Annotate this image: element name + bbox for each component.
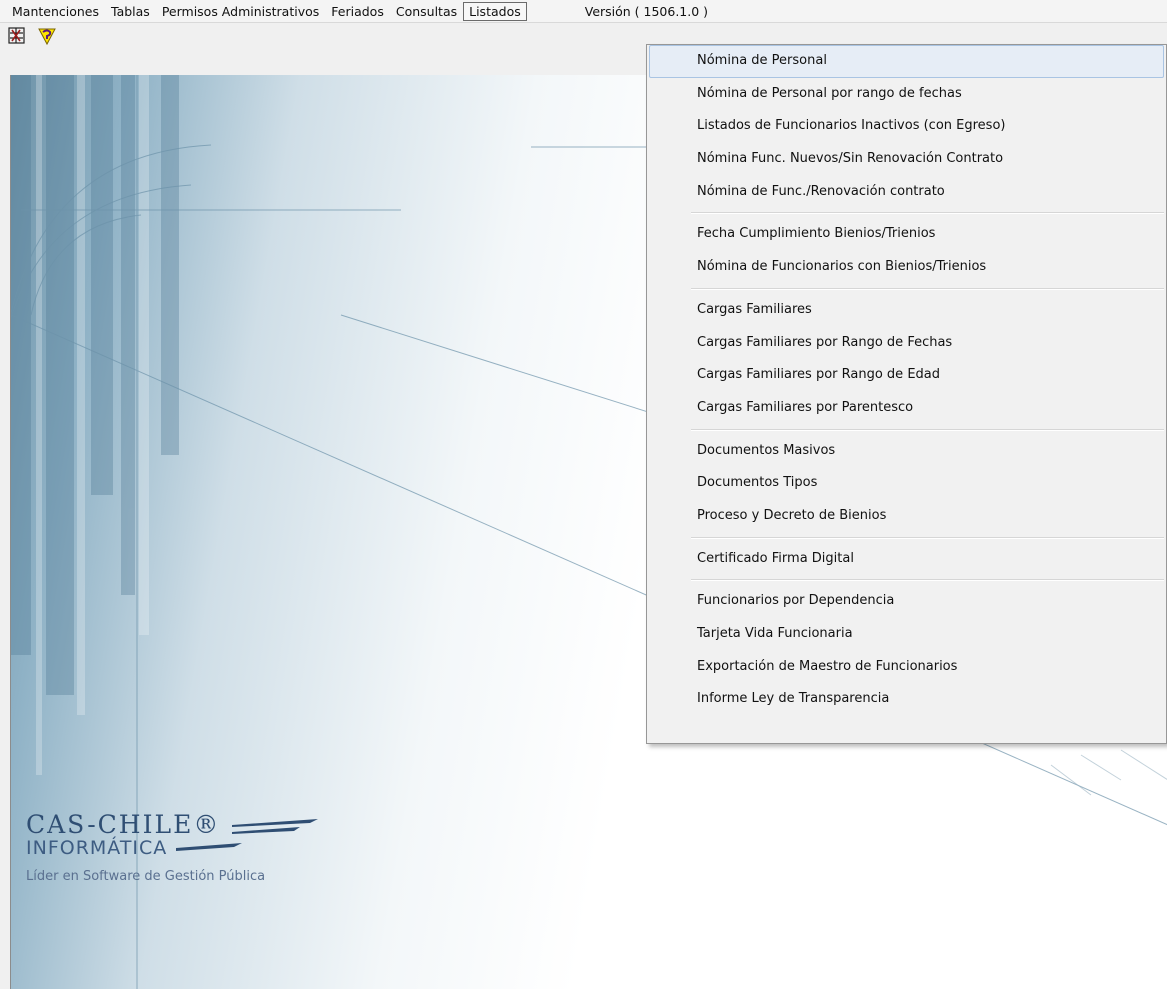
logo-tagline: Líder en Software de Gestión Pública <box>26 869 266 884</box>
menu-item-cargas-familiares[interactable]: Cargas Familiares <box>647 294 1166 327</box>
menu-item-informe-transparencia[interactable]: Informe Ley de Transparencia <box>647 683 1166 716</box>
menu-tablas[interactable]: Tablas <box>105 2 156 21</box>
company-logo: CAS-CHILE® INFORMÁTICA Líder en Software… <box>26 810 320 884</box>
logo-swoosh-icon <box>232 818 319 834</box>
menu-item-funcionarios-dependencia[interactable]: Funcionarios por Dependencia <box>647 585 1166 618</box>
menu-item-tarjeta-vida[interactable]: Tarjeta Vida Funcionaria <box>647 618 1166 651</box>
menu-separator <box>691 579 1164 582</box>
menu-mantenciones[interactable]: Mantenciones <box>6 2 105 21</box>
menu-item-nuevos-sin-renovacion[interactable]: Nómina Func. Nuevos/Sin Renovación Contr… <box>647 143 1166 176</box>
menu-separator <box>691 428 1164 431</box>
logo-line-1: CAS-CHILE® <box>26 810 320 839</box>
menu-bar: Mantenciones Tablas Permisos Administrat… <box>0 0 1167 23</box>
menu-item-cargas-rango-fechas[interactable]: Cargas Familiares por Rango de Fechas <box>647 327 1166 360</box>
version-label: Versión ( 1506.1.0 ) <box>584 3 709 19</box>
exit-icon[interactable] <box>6 26 28 46</box>
logo-line-2: INFORMÁTICA <box>26 837 320 859</box>
menu-item-nomina-de-personal[interactable]: Nómina de Personal <box>649 45 1164 78</box>
menu-separator <box>691 287 1164 290</box>
menu-listados[interactable]: Listados <box>463 1 527 21</box>
menu-item-fecha-bienios[interactable]: Fecha Cumplimiento Bienios/Trienios <box>647 218 1166 251</box>
menu-item-proceso-decreto-bienios[interactable]: Proceso y Decreto de Bienios <box>647 500 1166 533</box>
menu-feriados[interactable]: Feriados <box>325 2 390 21</box>
menu-item-cargas-parentesco[interactable]: Cargas Familiares por Parentesco <box>647 392 1166 425</box>
menu-item-cargas-rango-edad[interactable]: Cargas Familiares por Rango de Edad <box>647 359 1166 392</box>
menu-item-certificado-firma-digital[interactable]: Certificado Firma Digital <box>647 543 1166 576</box>
menu-permisos-administrativos[interactable]: Permisos Administrativos <box>156 2 325 21</box>
logo-swoosh-small-icon <box>176 842 243 851</box>
menu-separator <box>691 536 1164 539</box>
menu-item-documentos-tipos[interactable]: Documentos Tipos <box>647 467 1166 500</box>
listados-dropdown-menu: Nómina de Personal Nómina de Personal po… <box>646 44 1167 744</box>
menu-item-exportacion-maestro[interactable]: Exportación de Maestro de Funcionarios <box>647 651 1166 684</box>
menu-item-renovacion-contrato[interactable]: Nómina de Func./Renovación contrato <box>647 176 1166 209</box>
menu-item-funcionarios-inactivos[interactable]: Listados de Funcionarios Inactivos (con … <box>647 110 1166 143</box>
menu-separator <box>691 212 1164 215</box>
help-icon[interactable] <box>36 26 58 46</box>
menu-consultas[interactable]: Consultas <box>390 2 463 21</box>
menu-item-nomina-rango-fechas[interactable]: Nómina de Personal por rango de fechas <box>647 78 1166 111</box>
menu-item-documentos-masivos[interactable]: Documentos Masivos <box>647 435 1166 468</box>
menu-item-nomina-bienios[interactable]: Nómina de Funcionarios con Bienios/Trien… <box>647 251 1166 284</box>
